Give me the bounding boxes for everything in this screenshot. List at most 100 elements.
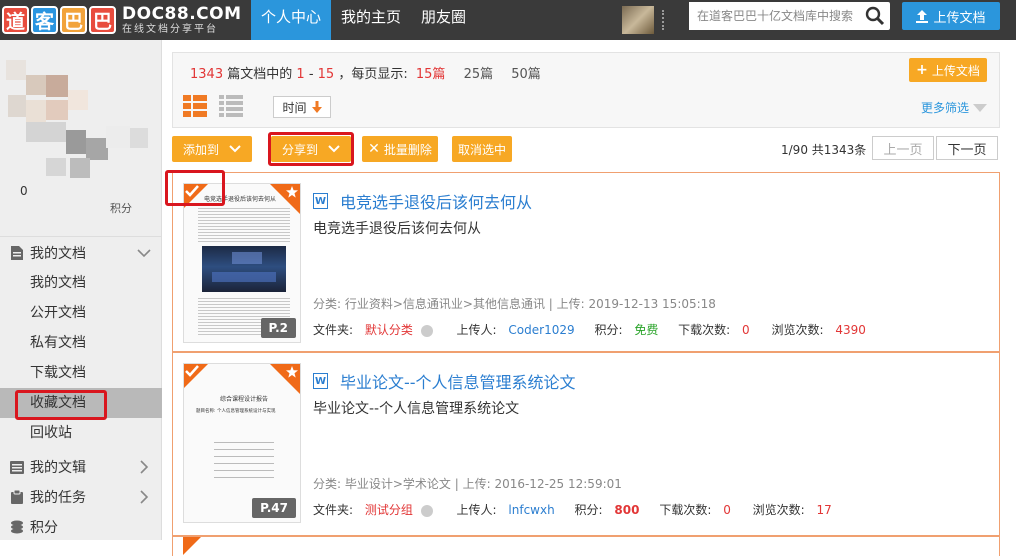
doc-description: 毕业论文--个人信息管理系统论文 <box>313 401 520 417</box>
close-icon: ✕ <box>368 141 380 157</box>
add-to-label: 添加到 <box>182 142 219 157</box>
downloads-value: 0 <box>723 503 731 517</box>
edit-folder-icon[interactable] <box>420 324 433 337</box>
sidebar-item-my-docs[interactable]: 我的文档 <box>0 268 162 298</box>
uploader-label: 上传人: <box>456 503 497 517</box>
sidebar-divider <box>0 236 162 237</box>
views-value: 4390 <box>835 323 866 337</box>
doc-title: 毕业论文--个人信息管理系统论文 <box>340 373 576 392</box>
upload-doc-button[interactable]: 上传文档 <box>902 2 1000 30</box>
per-page-25[interactable]: 25篇 <box>464 67 494 82</box>
edit-folder-icon[interactable] <box>420 504 433 517</box>
sidebar-item-private-docs[interactable]: 私有文档 <box>0 328 162 358</box>
per-page-50[interactable]: 50篇 <box>511 67 541 82</box>
collection-icon <box>10 459 24 475</box>
sidebar: 0 积分 我的文档 我的文档 公开文档 私有文档 下载文档 收藏文档 回收站 我… <box>0 40 162 540</box>
plus-icon: + <box>916 62 928 78</box>
sidebar-section-my-tasks[interactable]: 我的任务 <box>0 482 162 512</box>
uploader-name[interactable]: lnfcwxh <box>508 503 554 517</box>
caret-down-icon <box>973 103 987 112</box>
points-value: 800 <box>614 503 640 517</box>
sidebar-item-public-docs[interactable]: 公开文档 <box>0 298 162 328</box>
page-count-badge: P.47 <box>252 498 296 518</box>
views-label: 浏览次数: <box>771 323 824 337</box>
profile-count: 0 <box>20 184 28 198</box>
range-start: 1 <box>296 67 305 82</box>
sidebar-section-my-docs[interactable]: 我的文档 <box>0 238 162 268</box>
search-input[interactable] <box>689 2 854 30</box>
doc-item[interactable]: 电竞选手退役后该何去何从 P.2 W 电竞选手退役后该何去何从 电竞选手退役后该… <box>172 172 1000 352</box>
pagination-info: 1/90 共1343条 <box>781 141 866 158</box>
nav-my-homepage[interactable]: 我的主页 <box>331 0 411 40</box>
cancel-select-button[interactable]: 取消选中 <box>452 136 512 162</box>
folder-label: 文件夹: <box>313 503 354 517</box>
doc-title-link[interactable]: W 电竞选手退役后该何去何从 <box>313 189 532 213</box>
search-box <box>689 2 890 30</box>
sidebar-section-my-collections[interactable]: 我的文辑 <box>0 452 162 482</box>
chevron-right-icon <box>136 489 152 509</box>
doc-title-link[interactable]: W 毕业论文--个人信息管理系统论文 <box>313 369 576 393</box>
doc-meta: 文件夹: 测试分组 上传人: lnfcwxh 积分: 800 下载次数: 0 浏… <box>313 501 832 518</box>
upload-doc-button-secondary[interactable]: + 上传文档 <box>909 58 987 82</box>
downloads-label: 下载次数: <box>659 503 712 517</box>
batch-delete-button[interactable]: ✕ 批量删除 <box>362 136 438 162</box>
points-value: 免费 <box>634 323 659 337</box>
avatar-menu-icon[interactable] <box>662 10 666 30</box>
folder-name[interactable]: 测试分组 <box>365 503 413 517</box>
clipboard-icon <box>10 489 24 505</box>
folder-name[interactable]: 默认分类 <box>365 323 413 337</box>
views-label: 浏览次数: <box>752 503 805 517</box>
doc-thumbnail[interactable]: 综合课程设计报告 题目名称: 个人信息管理系统设计与实现 P.47 <box>183 363 301 523</box>
stats-text: 篇文档中的 <box>227 67 293 82</box>
chevron-right-icon <box>136 459 152 479</box>
list-view-icon[interactable] <box>183 95 207 117</box>
doc-category: 分类: 毕业设计>学术论文 | 上传: 2016-12-25 12:59:01 <box>313 477 622 491</box>
more-filter-label: 更多筛选 <box>920 101 969 115</box>
nav-friends[interactable]: 朋友圈 <box>411 0 476 40</box>
compact-view-icon[interactable] <box>219 95 243 117</box>
add-to-button[interactable]: 添加到 <box>172 136 252 162</box>
sidebar-section-label: 积分 <box>30 520 58 536</box>
search-icon[interactable] <box>860 2 890 30</box>
folder-label: 文件夹: <box>313 323 354 337</box>
top-bar: 道 客 巴 巴 DOC88.COM 在线文档分享平台 个人中心 我的主页 朋友圈… <box>0 0 1016 40</box>
views-value: 17 <box>816 503 832 517</box>
uploader-name[interactable]: Coder1029 <box>508 323 574 337</box>
more-filter-link[interactable]: 更多筛选 <box>921 99 987 116</box>
stats-bar: 1343 篇文档中的 1 - 15 ，每页显示: 15篇 25篇 50篇 + 上… <box>172 52 1000 128</box>
batch-delete-label: 批量删除 <box>383 142 432 157</box>
coins-icon <box>10 519 24 535</box>
site-logo[interactable]: 道 客 巴 巴 DOC88.COM 在线文档分享平台 <box>0 0 242 40</box>
thumb-photo <box>202 246 286 292</box>
prev-page-button[interactable]: 上一页 <box>872 136 934 160</box>
sidebar-item-recycle-bin[interactable]: 回收站 <box>0 418 162 448</box>
doc-title: 电竞选手退役后该何去何从 <box>340 193 533 212</box>
profile-points-label[interactable]: 积分 <box>110 200 132 216</box>
thumb-text-lines <box>214 438 274 480</box>
doc-category: 分类: 行业资料>信息通讯业>其他信息通讯 | 上传: 2019-12-13 1… <box>313 297 716 311</box>
upload-label: 上传文档 <box>931 63 980 78</box>
thumb-heading: 综合课程设计报告 <box>220 396 269 403</box>
main-nav: 个人中心 我的主页 朋友圈 <box>251 0 476 40</box>
doc-item[interactable]: 综合课程设计报告 题目名称: 个人信息管理系统设计与实现 P.47 W 毕业论文… <box>172 352 1000 536</box>
logo-char: 巴 <box>60 6 87 34</box>
sidebar-section-points[interactable]: 积分 <box>0 512 162 542</box>
range-dash: - <box>308 67 314 82</box>
sort-by-time-button[interactable]: 时间 <box>273 96 331 118</box>
sidebar-item-download-docs[interactable]: 下载文档 <box>0 358 162 388</box>
page-count-badge: P.2 <box>260 318 296 338</box>
document-icon <box>10 245 24 261</box>
downloads-value: 0 <box>742 323 750 337</box>
doc-thumbnail[interactable]: 电竞选手退役后该何去何从 P.2 <box>183 183 301 343</box>
points-label: 积分: <box>594 323 623 337</box>
next-page-button[interactable]: 下一页 <box>936 136 998 160</box>
highlight-favorite-docs <box>15 390 107 420</box>
page-current: 1 <box>781 143 789 157</box>
profile-avatar <box>6 50 162 180</box>
user-avatar[interactable] <box>622 6 654 34</box>
nav-personal-center[interactable]: 个人中心 <box>251 0 332 40</box>
points-label: 积分: <box>574 503 603 517</box>
doc-item[interactable] <box>172 536 1000 556</box>
per-page-15[interactable]: 15篇 <box>416 67 446 82</box>
logo-char: 道 <box>2 6 29 34</box>
